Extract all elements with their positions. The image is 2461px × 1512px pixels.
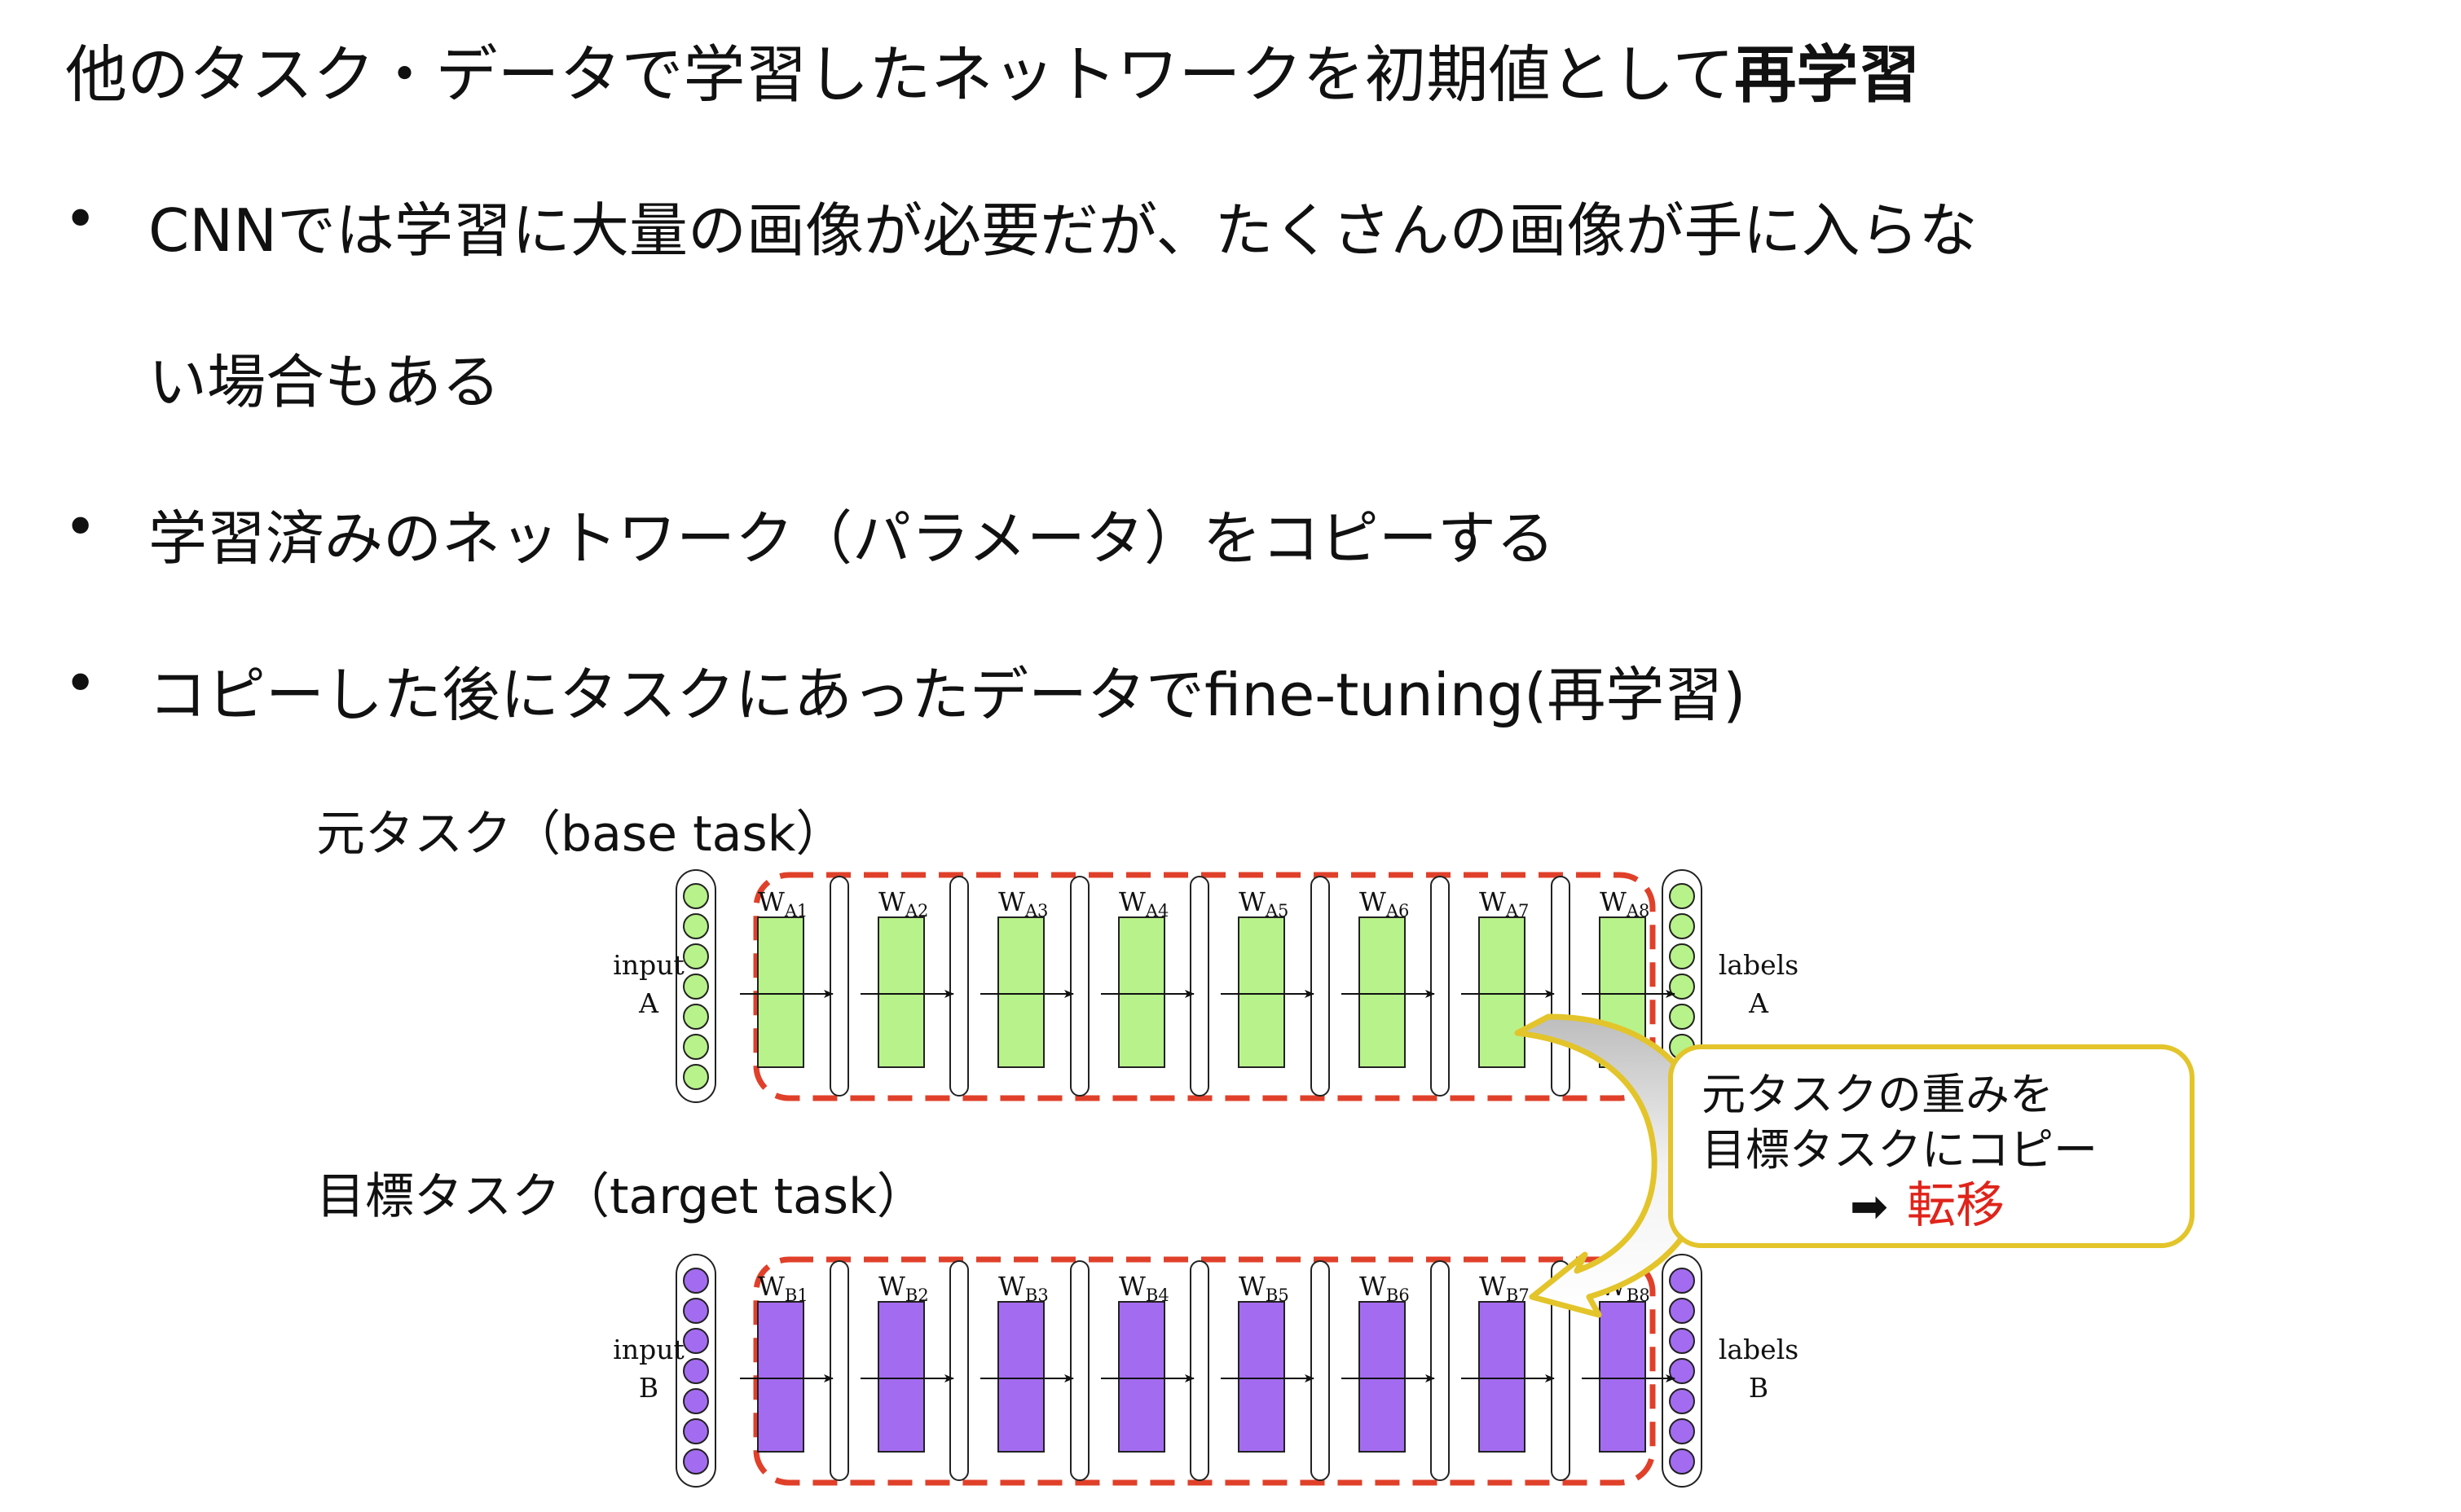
weight-label: WB3 bbox=[998, 1271, 1049, 1305]
callout-line-1: 元タスクの重みを bbox=[1702, 1069, 2054, 1120]
output-node bbox=[1669, 1328, 1695, 1354]
weight-label: WA2 bbox=[878, 886, 928, 921]
output-node bbox=[1669, 974, 1695, 1000]
hidden-layer-column bbox=[1190, 1260, 1209, 1481]
weight-block bbox=[878, 1301, 925, 1453]
weight-block bbox=[757, 916, 804, 1068]
weight-label: WB7 bbox=[1479, 1271, 1530, 1305]
target-network: WB1WB2WB3WB4WB5WB6WB7WB8inputBlabelsB bbox=[613, 1254, 1798, 1488]
input-node bbox=[683, 1064, 709, 1090]
weight-label: WA5 bbox=[1239, 886, 1288, 921]
weight-label-subscript: A2 bbox=[905, 901, 929, 921]
hidden-layer-column bbox=[1070, 1260, 1090, 1481]
output-label-letter: B bbox=[1749, 1372, 1768, 1404]
weight-block bbox=[1238, 916, 1285, 1068]
input-node bbox=[683, 1448, 709, 1475]
weight-block bbox=[1238, 1301, 1285, 1453]
input-node bbox=[683, 1298, 709, 1324]
input-node bbox=[683, 1268, 709, 1294]
weight-label-subscript: A1 bbox=[784, 901, 808, 921]
weight-label-subscript: B4 bbox=[1146, 1286, 1169, 1305]
hidden-layer-column bbox=[1310, 1260, 1330, 1481]
weight-block bbox=[1118, 1301, 1165, 1453]
weight-label-subscript: A3 bbox=[1024, 901, 1049, 921]
weight-block bbox=[1478, 916, 1525, 1068]
input-node bbox=[683, 1358, 709, 1384]
weight-block bbox=[1358, 1301, 1406, 1453]
input-label: input bbox=[613, 949, 684, 981]
weight-label: WA3 bbox=[998, 886, 1048, 921]
weight-label: WA1 bbox=[758, 886, 808, 921]
hidden-layer-column bbox=[1430, 1260, 1450, 1481]
hidden-layer-column bbox=[830, 1260, 849, 1481]
input-node bbox=[683, 1004, 709, 1030]
weight-label-subscript: B1 bbox=[785, 1286, 808, 1305]
weight-label-subscript: B5 bbox=[1266, 1286, 1289, 1305]
callout-line-2: 目標タスクにコピー bbox=[1702, 1124, 2098, 1176]
weight-label: WB5 bbox=[1239, 1271, 1289, 1305]
weight-label-subscript: A5 bbox=[1265, 901, 1289, 921]
weight-label-subscript: B7 bbox=[1506, 1286, 1530, 1305]
weight-label-subscript: B2 bbox=[905, 1286, 929, 1305]
weight-label: WA4 bbox=[1119, 886, 1169, 921]
hidden-layer-column bbox=[1070, 876, 1090, 1097]
weight-label: WB6 bbox=[1359, 1271, 1410, 1305]
input-node bbox=[683, 943, 709, 969]
output-label-letter: A bbox=[1748, 987, 1769, 1019]
input-node bbox=[683, 1388, 709, 1414]
weight-block bbox=[1478, 1301, 1525, 1453]
arrow-right-icon: ➡ bbox=[1850, 1180, 1888, 1233]
output-label: labels bbox=[1719, 1334, 1798, 1365]
weight-label: WA6 bbox=[1359, 886, 1409, 921]
weight-block bbox=[878, 916, 925, 1068]
hidden-layer-column bbox=[1430, 876, 1450, 1097]
hidden-layer-column bbox=[830, 876, 849, 1097]
weight-block bbox=[1358, 916, 1406, 1068]
weight-block bbox=[997, 1301, 1045, 1453]
weight-block bbox=[997, 916, 1045, 1068]
hidden-layer-column bbox=[1551, 876, 1570, 1097]
hidden-layer-column bbox=[949, 876, 969, 1097]
output-node bbox=[1669, 1298, 1695, 1324]
weight-label-subscript: A6 bbox=[1385, 901, 1410, 921]
weight-label: WA7 bbox=[1479, 886, 1529, 921]
output-node bbox=[1669, 943, 1695, 969]
input-label: input bbox=[613, 1334, 684, 1365]
transfer-learning-diagram: WA1 WA2 WA3 WA4 WA5 WA6 WA7 WA8 input Alabels A WB… bbox=[613, 869, 2195, 1488]
output-node bbox=[1669, 1418, 1695, 1444]
input-node bbox=[683, 883, 709, 909]
weight-block bbox=[1599, 1301, 1646, 1453]
output-node bbox=[1669, 1004, 1695, 1030]
output-node bbox=[1669, 1358, 1695, 1384]
output-node bbox=[1669, 883, 1695, 909]
hidden-layer-column bbox=[1190, 876, 1209, 1097]
output-node bbox=[1669, 1448, 1695, 1475]
weight-block bbox=[1118, 916, 1165, 1068]
weight-label-subscript: A8 bbox=[1626, 901, 1650, 921]
hidden-layer-column bbox=[949, 1260, 969, 1481]
weight-label-subscript: B8 bbox=[1627, 1286, 1650, 1305]
input-node bbox=[683, 1328, 709, 1354]
output-node bbox=[1669, 1268, 1695, 1294]
output-label: labels bbox=[1719, 949, 1798, 981]
input-node bbox=[683, 913, 709, 939]
weight-label: WB1 bbox=[758, 1271, 808, 1305]
output-node bbox=[1669, 1388, 1695, 1414]
hidden-layer-column bbox=[1310, 876, 1330, 1097]
callout-result: 転移 bbox=[1907, 1177, 2005, 1234]
input-node bbox=[683, 1418, 709, 1444]
input-node bbox=[683, 1034, 709, 1060]
input-label-letter: A bbox=[638, 987, 659, 1019]
weight-label-subscript: B3 bbox=[1025, 1286, 1049, 1305]
weight-label: WA8 bbox=[1600, 886, 1649, 921]
output-node bbox=[1669, 913, 1695, 939]
weight-label-subscript: A7 bbox=[1505, 901, 1530, 921]
weight-block bbox=[757, 1301, 804, 1453]
weight-label: WB4 bbox=[1119, 1271, 1169, 1305]
weight-label: WB2 bbox=[878, 1271, 929, 1305]
input-node bbox=[683, 974, 709, 1000]
weight-label-subscript: B6 bbox=[1386, 1286, 1410, 1305]
input-label-letter: B bbox=[639, 1372, 658, 1404]
weight-label-subscript: A4 bbox=[1145, 901, 1169, 921]
